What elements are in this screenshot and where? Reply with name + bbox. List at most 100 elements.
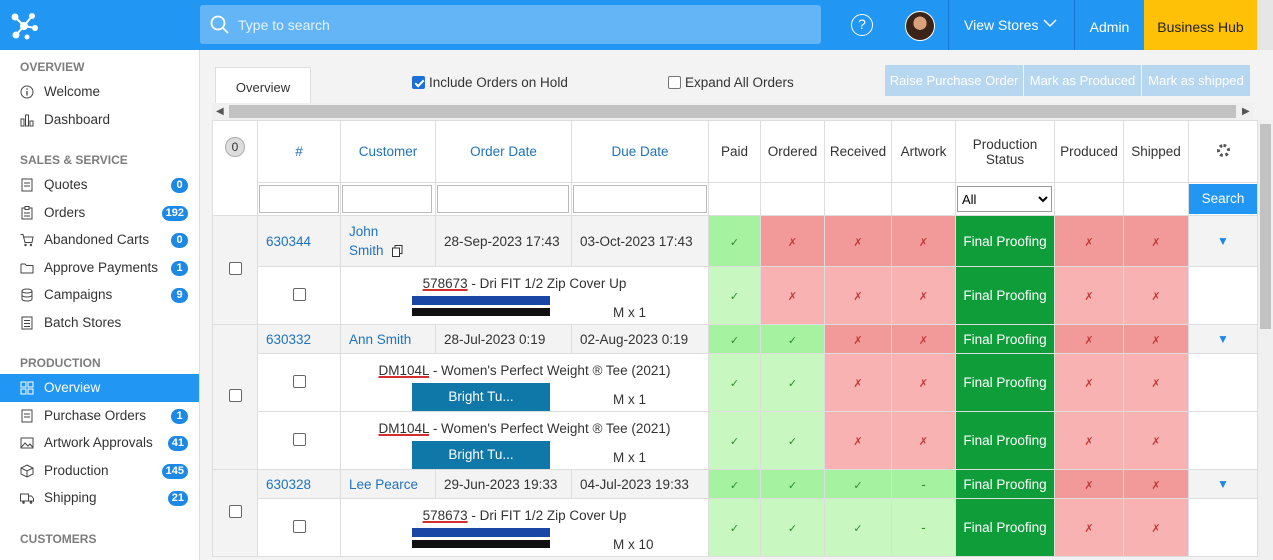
help-icon[interactable]: ? bbox=[851, 14, 873, 36]
count-badge: 9 bbox=[171, 288, 188, 303]
order-number[interactable]: 630344 bbox=[257, 215, 341, 267]
expand-order-icon[interactable]: ▼ bbox=[1188, 469, 1258, 499]
mark-as-shipped-button[interactable]: Mark as shipped bbox=[1142, 65, 1250, 96]
sidebar-item-label: Approve Payments bbox=[44, 259, 159, 275]
filter-order-date-input[interactable] bbox=[437, 185, 569, 213]
cross-icon: ✗ bbox=[1151, 479, 1161, 492]
sidebar-item-overview[interactable]: Overview bbox=[0, 374, 199, 402]
received-status: ✗ bbox=[824, 353, 892, 412]
order-customer[interactable]: Lee Pearce bbox=[340, 469, 436, 499]
column-header-due-date[interactable]: Due Date bbox=[571, 120, 709, 183]
column-header-number[interactable]: # bbox=[257, 120, 341, 183]
settings-icon[interactable] bbox=[1216, 143, 1230, 157]
item-title: DM104L - Women's Perfect Weight ® Tee (2… bbox=[342, 421, 708, 436]
order-row[interactable]: 630344 John Smith 28-Sep-2023 17:43 03-O… bbox=[212, 215, 1258, 325]
expand-all-checkbox[interactable]: Expand All Orders bbox=[668, 75, 794, 91]
production-status-filter[interactable]: All bbox=[957, 186, 1052, 212]
sidebar-item-purchase-orders[interactable]: Purchase Orders 1 bbox=[0, 402, 199, 430]
item-sku[interactable]: DM104L bbox=[379, 363, 430, 378]
admin-link[interactable]: Admin bbox=[1075, 0, 1144, 50]
item-select-cell bbox=[257, 411, 341, 470]
raise-purchase-order-button[interactable]: Raise Purchase Order bbox=[885, 65, 1023, 96]
column-header-paid: Paid bbox=[708, 120, 761, 183]
search-input[interactable] bbox=[238, 5, 798, 44]
ordered-status: ✗ bbox=[760, 215, 825, 267]
expand-order-icon[interactable]: ▼ bbox=[1188, 324, 1258, 354]
filter-due-date-input[interactable] bbox=[573, 185, 707, 213]
column-header-customer[interactable]: Customer bbox=[340, 120, 436, 183]
item-sku[interactable]: 578673 bbox=[423, 276, 468, 291]
tab-overview[interactable]: Overview bbox=[215, 67, 311, 104]
business-hub-button[interactable]: Business Hub bbox=[1144, 0, 1257, 50]
order-item-row: 578673 - Dri FIT 1/2 Zip Cover Up M x 10… bbox=[213, 498, 1258, 557]
app-logo-icon[interactable] bbox=[8, 10, 40, 42]
cross-icon: ✗ bbox=[1084, 523, 1094, 535]
row-select-cell bbox=[212, 324, 258, 470]
column-header-order-date[interactable]: Order Date bbox=[435, 120, 572, 183]
checkbox-checked[interactable] bbox=[412, 76, 425, 89]
cross-icon: ✗ bbox=[1084, 378, 1094, 390]
color-swatch bbox=[412, 527, 550, 548]
cross-icon: ✗ bbox=[1084, 236, 1094, 249]
order-customer[interactable]: John Smith bbox=[340, 215, 436, 267]
count-badge: 1 bbox=[171, 260, 188, 276]
vertical-scrollbar[interactable] bbox=[1258, 120, 1273, 560]
sidebar-item-production[interactable]: Production 145 bbox=[0, 457, 199, 485]
count-badge: 0 bbox=[171, 178, 188, 193]
order-number[interactable]: 630332 bbox=[257, 324, 341, 354]
sidebar-item-orders[interactable]: Orders 192 bbox=[0, 199, 199, 227]
customer-name[interactable]: John Smith bbox=[349, 222, 389, 260]
order-date: 28-Sep-2023 17:43 bbox=[435, 215, 572, 267]
sidebar-item-campaigns[interactable]: Campaigns 9 bbox=[0, 281, 199, 309]
row-checkbox[interactable] bbox=[228, 262, 242, 275]
checkbox-unchecked[interactable] bbox=[668, 76, 681, 89]
production-status: Final Proofing bbox=[955, 215, 1055, 267]
item-sku[interactable]: DM104L bbox=[379, 421, 430, 436]
produced-status: ✗ bbox=[1054, 324, 1124, 354]
scroll-right-icon[interactable]: ▶ bbox=[1242, 106, 1250, 117]
header-row: 0 # Customer Order Date Due Date Paid Or… bbox=[212, 120, 1258, 216]
row-checkbox[interactable] bbox=[228, 505, 242, 518]
row-checkbox[interactable] bbox=[228, 389, 242, 402]
sidebar-item-quotes[interactable]: Quotes 0 bbox=[0, 171, 199, 199]
check-icon: ✓ bbox=[853, 479, 863, 492]
scroll-thumb[interactable] bbox=[229, 105, 1236, 118]
filter-number-input[interactable] bbox=[259, 185, 339, 213]
sidebar-item-abandoned-carts[interactable]: Abandoned Carts 0 bbox=[0, 226, 199, 254]
item-checkbox[interactable] bbox=[292, 519, 306, 533]
order-row[interactable]: 630332 Ann Smith 28-Jul-2023 0:19 02-Aug… bbox=[212, 324, 1258, 470]
scroll-left-icon[interactable]: ◀ bbox=[216, 106, 224, 117]
expand-order-icon[interactable]: ▼ bbox=[1188, 215, 1258, 267]
item-checkbox[interactable] bbox=[292, 287, 306, 301]
view-stores-dropdown[interactable]: View Stores bbox=[949, 0, 1074, 50]
order-customer[interactable]: Ann Smith bbox=[340, 324, 436, 354]
sidebar-item-shipping[interactable]: Shipping 21 bbox=[0, 484, 199, 512]
produced-status: ✗ bbox=[1054, 498, 1124, 557]
order-row[interactable]: 630328 Lee Pearce 29-Jun-2023 19:33 04-J… bbox=[212, 469, 1258, 557]
user-avatar[interactable] bbox=[905, 11, 935, 41]
column-header-received: Received bbox=[824, 120, 892, 183]
filter-row: All Search bbox=[213, 182, 1258, 216]
filter-customer-input[interactable] bbox=[342, 185, 432, 213]
sidebar-item-label: Abandoned Carts bbox=[44, 232, 150, 247]
item-checkbox[interactable] bbox=[292, 374, 306, 388]
paid-status: ✓ bbox=[708, 266, 761, 325]
scroll-thumb[interactable] bbox=[1260, 124, 1271, 329]
sidebar-item-artwork-approvals[interactable]: Artwork Approvals 41 bbox=[0, 429, 199, 457]
mark-as-produced-button[interactable]: Mark as Produced bbox=[1024, 65, 1141, 96]
selected-count-badge[interactable]: 0 bbox=[225, 137, 245, 157]
item-quantity: M x 1 bbox=[613, 391, 647, 407]
include-on-hold-checkbox[interactable]: Include Orders on Hold bbox=[412, 75, 568, 91]
sidebar-item-welcome[interactable]: Welcome bbox=[0, 78, 199, 106]
copy-icon[interactable] bbox=[392, 245, 403, 257]
sidebar-item-dashboard[interactable]: Dashboard bbox=[0, 106, 199, 134]
item-name: - Women's Perfect Weight ® Tee (2021) bbox=[429, 362, 671, 378]
item-checkbox[interactable] bbox=[292, 432, 306, 446]
sidebar-item-batch-stores[interactable]: Batch Stores bbox=[0, 309, 199, 337]
horizontal-scrollbar[interactable]: ◀ ▶ bbox=[212, 103, 1253, 120]
order-number[interactable]: 630328 bbox=[257, 469, 341, 499]
item-product-cell: 578673 - Dri FIT 1/2 Zip Cover Up M x 1 bbox=[340, 266, 709, 325]
search-button[interactable]: Search bbox=[1189, 184, 1257, 214]
sidebar-item-approve-payments[interactable]: Approve Payments 1 bbox=[0, 254, 199, 282]
item-sku[interactable]: 578673 bbox=[423, 508, 468, 523]
